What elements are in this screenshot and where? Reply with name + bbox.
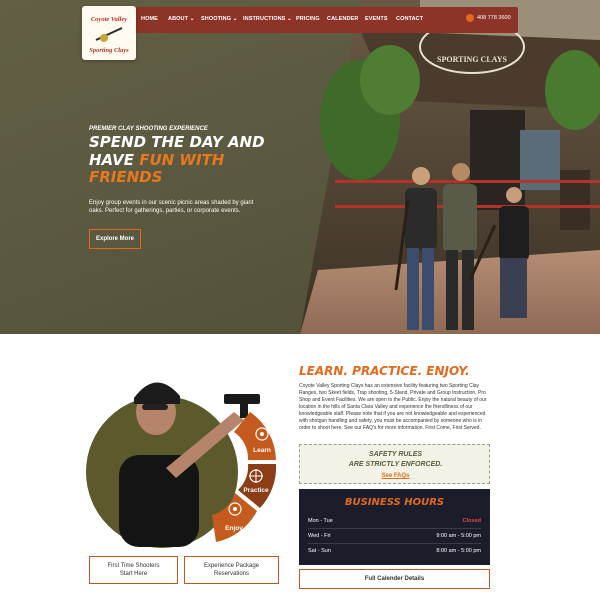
nav-calender[interactable]: CALENDER bbox=[327, 16, 358, 22]
safety-rules-box: SAFETY RULES ARE STRICTLY ENFORCED. See … bbox=[299, 444, 490, 484]
experience-package-button[interactable]: Experience Package Reservations bbox=[184, 556, 279, 584]
nav-shooting[interactable]: SHOOTING ⌄ bbox=[201, 16, 238, 22]
facility-description: Coyote Valley Sporting Clays has an exte… bbox=[299, 383, 487, 431]
chevron-down-icon: ⌄ bbox=[189, 16, 195, 22]
site-logo[interactable]: Coyote Valley Sporting Clays bbox=[82, 6, 136, 60]
explore-more-button[interactable]: Explore More bbox=[89, 229, 141, 249]
learn-practice-enjoy-title: LEARN. PRACTICE. ENJOY. bbox=[299, 364, 470, 378]
first-time-shooters-button[interactable]: First Time Shooters Start Here bbox=[89, 556, 178, 584]
hours-row: Mon - Tue Closed bbox=[308, 514, 481, 529]
wheel-label-enjoy: Enjoy bbox=[225, 525, 243, 532]
button-line: Experience Package bbox=[203, 563, 260, 569]
nav-contact[interactable]: CONTACT bbox=[396, 16, 423, 22]
wheel-label-practice: Practice bbox=[243, 487, 269, 494]
phone-icon bbox=[466, 14, 474, 22]
nav-pricing[interactable]: PRICING bbox=[296, 16, 320, 22]
chevron-down-icon: ⌄ bbox=[287, 16, 292, 22]
hours-time: 8:00 am - 5:00 pm bbox=[436, 548, 481, 554]
hours-day: Mon - Tue bbox=[308, 518, 333, 524]
hero-section: SPORTING CLAYS HOME ABOUT ⌄ SHOOTING ⌄ I… bbox=[0, 0, 600, 334]
wheel-label-learn: Learn bbox=[253, 447, 271, 454]
hours-time: 9:00 am - 5:00 pm bbox=[436, 533, 481, 539]
hours-day: Sat - Sun bbox=[308, 548, 331, 554]
hero-sign-text: SPORTING CLAYS bbox=[437, 55, 507, 64]
safety-line-1: SAFETY RULES bbox=[368, 451, 423, 458]
button-line: First Time Shooters bbox=[107, 563, 160, 569]
nav-home[interactable]: HOME bbox=[141, 16, 158, 22]
business-hours-panel: BUSINESS HOURS Mon - Tue Closed Wed - Fr… bbox=[299, 489, 490, 565]
hero-title: SPEND THE DAY AND HAVE FUN WITH FRIENDS bbox=[89, 133, 265, 186]
nav-about[interactable]: ABOUT ⌄ bbox=[168, 16, 194, 22]
hours-day: Wed - Fri bbox=[308, 533, 331, 539]
nav-instructions[interactable]: INSTRUCTIONS ⌄ bbox=[243, 16, 292, 22]
learn-practice-enjoy-graphic: Learn Practice Enjoy bbox=[86, 382, 277, 548]
logo-graphic: Coyote Valley Sporting Clays bbox=[89, 16, 129, 54]
hours-time: Closed bbox=[462, 518, 481, 524]
nav-phone-number[interactable]: 408 778 3600 bbox=[477, 15, 511, 21]
full-calender-details-button[interactable]: Full Calender Details bbox=[299, 569, 490, 589]
chevron-down-icon: ⌄ bbox=[232, 16, 238, 22]
nav-events[interactable]: EVENTS bbox=[365, 16, 388, 22]
hero-description: Enjoy group events in our scenic picnic … bbox=[89, 200, 254, 214]
hero-kicker: PREMIER CLAY SHOOTING EXPERIENCE bbox=[89, 126, 208, 132]
button-line: Reservations bbox=[213, 571, 249, 577]
safety-line-2: ARE STRICTLY ENFORCED. bbox=[348, 461, 443, 468]
logo-text-line1: Coyote Valley bbox=[91, 16, 127, 23]
logo-text-line2: Sporting Clays bbox=[89, 47, 129, 54]
button-line: Start Here bbox=[119, 571, 148, 577]
business-hours-title: BUSINESS HOURS bbox=[344, 497, 445, 508]
hours-row: Sat - Sun 8:00 am - 5:00 pm bbox=[308, 544, 481, 559]
hours-row: Wed - Fri 9:00 am - 5:00 pm bbox=[308, 529, 481, 544]
see-faqs-link[interactable]: See FAQs bbox=[300, 473, 491, 479]
